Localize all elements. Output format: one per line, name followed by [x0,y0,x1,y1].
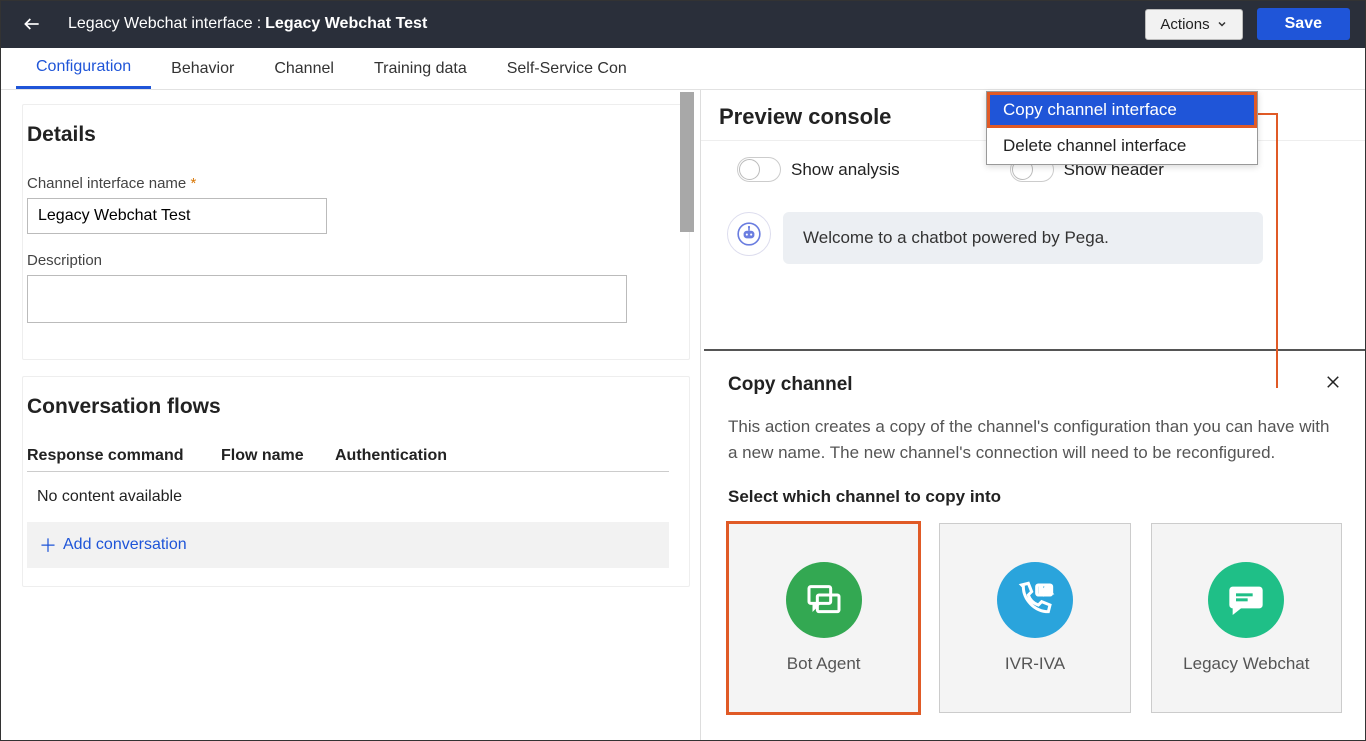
add-conversation-label: Add conversation [63,536,187,554]
save-button[interactable]: Save [1257,8,1350,40]
select-channel-label: Select which channel to copy into [728,487,1342,507]
channel-card-legacy-webchat[interactable]: Legacy Webchat [1151,523,1342,713]
header-title: Legacy Webchat interface : Legacy Webcha… [68,15,427,33]
plus-icon: ＋ [39,532,57,558]
flows-title: Conversation flows [27,395,669,419]
menu-delete-channel[interactable]: Delete channel interface [987,128,1257,164]
description-input[interactable] [27,275,627,323]
channel-card-ivr-iva[interactable]: IVR IVR-IVA [939,523,1130,713]
col-authentication: Authentication [335,447,495,465]
tab-training-data[interactable]: Training data [354,48,487,89]
welcome-message: Welcome to a chatbot powered by Pega. [783,212,1263,264]
tabs-bar: Configuration Behavior Channel Training … [0,48,1366,90]
left-pane: Details Channel interface name * Descrip… [0,90,700,741]
tab-channel[interactable]: Channel [254,48,354,89]
header-separator: : [257,15,261,33]
details-title: Details [27,123,669,147]
close-icon[interactable] [1324,373,1342,396]
actions-button[interactable]: Actions [1145,9,1242,40]
modal-description: This action creates a copy of the channe… [728,414,1342,465]
annotation-line [1276,113,1278,388]
header-bar: Legacy Webchat interface : Legacy Webcha… [0,0,1366,48]
chevron-down-icon [1216,18,1228,30]
svg-text:IVR: IVR [1039,586,1052,595]
bot-avatar-icon [727,212,771,256]
channel-card-label: Legacy Webchat [1183,654,1309,674]
conversation-flows-card: Conversation flows Response command Flow… [22,376,690,587]
back-button[interactable] [16,8,48,40]
actions-label: Actions [1160,16,1209,33]
col-response-command: Response command [27,447,217,465]
channel-card-bot-agent[interactable]: Bot Agent [728,523,919,713]
tab-self-service[interactable]: Self-Service Con [487,48,647,89]
tab-configuration[interactable]: Configuration [16,48,151,89]
scrollbar[interactable] [680,92,694,232]
show-analysis-label: Show analysis [791,160,900,180]
menu-copy-channel[interactable]: Copy channel interface [987,92,1257,128]
chat-bubble-icon [786,562,862,638]
chat-message: Welcome to a chatbot powered by Pega. [701,198,1366,278]
channel-name-input[interactable] [27,198,327,234]
preview-title: Preview console [719,104,891,130]
actions-menu: Copy channel interface Delete channel in… [986,91,1258,165]
no-content-text: No content available [27,472,669,522]
add-conversation-button[interactable]: ＋ Add conversation [27,522,669,568]
header-prefix: Legacy Webchat interface [68,15,253,33]
tab-behavior[interactable]: Behavior [151,48,254,89]
message-icon [1208,562,1284,638]
flows-table-head: Response command Flow name Authenticatio… [27,447,669,472]
channel-card-label: IVR-IVA [1005,654,1065,674]
description-label: Description [27,252,669,269]
details-card: Details Channel interface name * Descrip… [22,104,690,360]
channel-card-label: Bot Agent [787,654,861,674]
col-flow-name: Flow name [221,447,331,465]
show-analysis-toggle[interactable] [737,157,781,182]
copy-channel-modal: Copy channel This action creates a copy … [704,349,1366,741]
modal-title: Copy channel [728,374,1324,396]
header-name: Legacy Webchat Test [265,15,427,33]
phone-ivr-icon: IVR [997,562,1073,638]
name-label: Channel interface name * [27,175,669,192]
